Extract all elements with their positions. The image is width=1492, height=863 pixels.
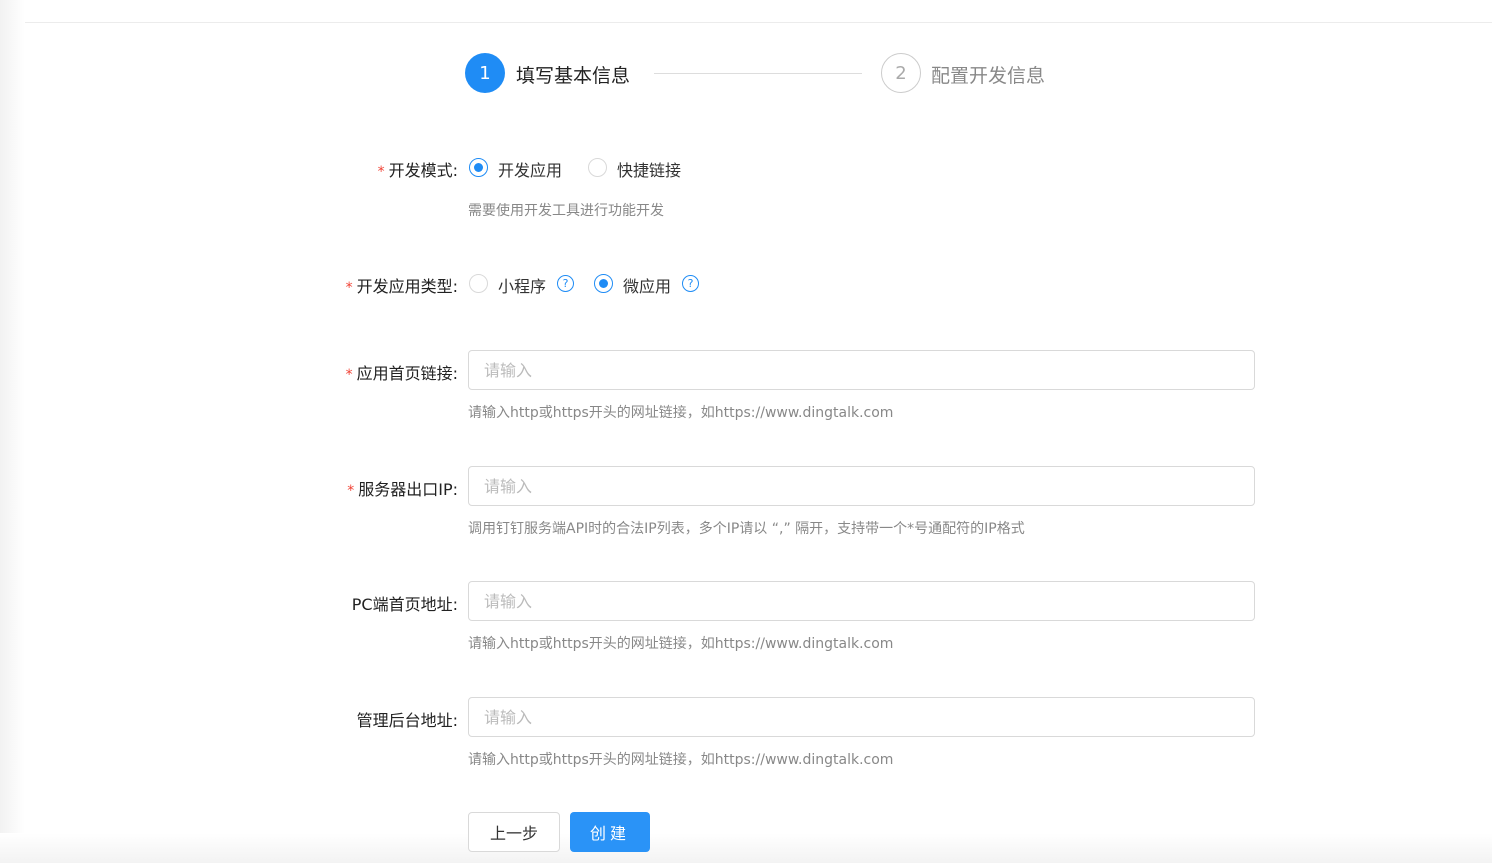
radio-quick-link[interactable] xyxy=(588,158,607,177)
step-1-indicator: 1 xyxy=(465,53,505,93)
server-ip-label: * 服务器出口IP: xyxy=(347,476,458,500)
app-type-label-text: 开发应用类型: xyxy=(356,277,458,296)
radio-dev-app-label[interactable]: 开发应用 xyxy=(498,157,562,181)
page-bottom-shadow xyxy=(0,833,1492,863)
pc-url-input[interactable] xyxy=(468,581,1255,621)
admin-url-label: 管理后台地址: xyxy=(356,711,458,730)
create-button[interactable]: 创建 xyxy=(570,812,650,852)
page-shadow xyxy=(0,0,25,863)
required-mark: * xyxy=(345,367,353,383)
radio-mini-program-label[interactable]: 小程序 xyxy=(498,273,546,297)
radio-micro-app-label[interactable]: 微应用 xyxy=(623,273,671,297)
header-divider xyxy=(25,22,1492,23)
home-url-label-text: 应用首页链接: xyxy=(356,364,458,383)
step-1-label: 填写基本信息 xyxy=(516,65,631,87)
step-2-indicator: 2 xyxy=(881,53,921,93)
admin-url-hint: 请输入http或https开头的网址链接，如https://www.dingta… xyxy=(468,752,894,768)
radio-micro-app[interactable] xyxy=(594,274,613,293)
required-mark: * xyxy=(345,280,353,296)
required-mark: * xyxy=(347,483,355,499)
step-2-label: 配置开发信息 xyxy=(931,65,1046,87)
dev-mode-label: * 开发模式: xyxy=(378,157,458,181)
help-icon[interactable]: ? xyxy=(557,275,574,292)
app-type-label: * 开发应用类型: xyxy=(346,273,458,297)
required-mark: * xyxy=(377,164,385,180)
dev-mode-hint: 需要使用开发工具进行功能开发 xyxy=(468,203,664,219)
home-url-label: * 应用首页链接: xyxy=(346,360,458,384)
server-ip-input[interactable] xyxy=(468,466,1255,506)
home-url-hint: 请输入http或https开头的网址链接，如https://www.dingta… xyxy=(468,405,894,421)
server-ip-label-text: 服务器出口IP: xyxy=(358,480,458,499)
radio-dev-app[interactable] xyxy=(469,158,488,177)
pc-url-hint: 请输入http或https开头的网址链接，如https://www.dingta… xyxy=(468,636,894,652)
pc-url-label: PC端首页地址: xyxy=(351,595,458,614)
dev-mode-label-text: 开发模式: xyxy=(388,161,458,180)
step-connector xyxy=(654,73,862,74)
server-ip-hint: 调用钉钉服务端API时的合法IP列表，多个IP请以 “,” 隔开，支持带一个*号… xyxy=(468,521,1025,537)
admin-url-input[interactable] xyxy=(468,697,1255,737)
radio-mini-program[interactable] xyxy=(469,274,488,293)
home-url-input[interactable] xyxy=(468,350,1255,390)
previous-step-button[interactable]: 上一步 xyxy=(468,812,560,852)
help-icon[interactable]: ? xyxy=(682,275,699,292)
radio-quick-link-label[interactable]: 快捷链接 xyxy=(617,157,681,181)
